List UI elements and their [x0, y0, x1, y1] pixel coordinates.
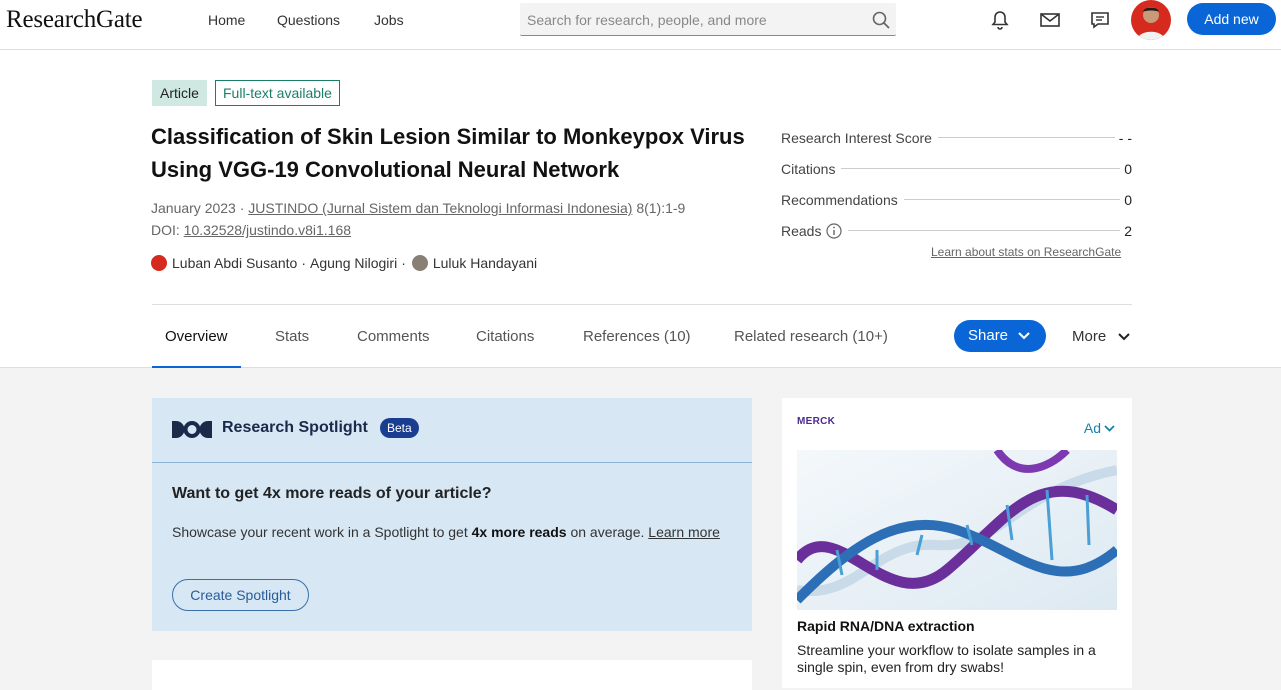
stat-value: 0	[1124, 191, 1132, 208]
stat-value: - -	[1118, 129, 1132, 146]
next-card	[152, 660, 752, 690]
nav-home-link[interactable]: Home	[208, 12, 245, 28]
article-title: Classification of Skin Lesion Similar to…	[151, 124, 745, 182]
spotlight-logo-icon	[172, 421, 212, 443]
tab-related-research[interactable]: Related research (10+)	[734, 305, 888, 368]
stat-value: 0	[1124, 160, 1132, 177]
stat-row-citations: Citations 0	[781, 153, 1132, 184]
description-text: Showcase your recent work in a Spotlight…	[172, 524, 472, 540]
author-link[interactable]: Luluk Handayani	[433, 255, 537, 271]
journal-link[interactable]: JUSTINDO (Jurnal Sistem dan Teknologi In…	[248, 200, 632, 216]
more-menu-button[interactable]: More	[1072, 305, 1131, 368]
stat-label-wrap: Reads	[781, 222, 849, 239]
beta-badge: Beta	[380, 418, 419, 438]
description-emphasis: 4x more reads	[471, 524, 567, 540]
ad-brand-logo: MERCK	[797, 416, 836, 427]
fulltext-badge: Full-text available	[215, 80, 340, 106]
nav-questions-link[interactable]: Questions	[277, 12, 340, 28]
bell-icon[interactable]	[989, 9, 1011, 31]
chat-icon[interactable]	[1089, 9, 1111, 31]
tab-stats[interactable]: Stats	[275, 305, 309, 368]
learn-about-stats-link[interactable]: Learn about stats on ResearchGate	[931, 245, 1121, 259]
stat-value: 2	[1124, 222, 1132, 239]
spotlight-description: Showcase your recent work in a Spotlight…	[172, 522, 732, 543]
volume-pages: 8(1):1-9	[636, 200, 686, 216]
search-input[interactable]	[520, 3, 850, 36]
dna-helix-image	[797, 450, 1117, 610]
stat-label: Research Interest Score	[781, 129, 938, 146]
author-avatar	[411, 255, 428, 271]
author-link[interactable]: Agung Nilogiri	[310, 255, 397, 271]
stat-divider	[937, 137, 1115, 138]
ad-label-text: Ad	[1083, 420, 1101, 436]
stat-row-reads: Reads 2	[781, 215, 1132, 246]
article-type-badge: Article	[152, 80, 207, 106]
share-button[interactable]: Share	[954, 320, 1046, 352]
doi-label: DOI:	[151, 222, 180, 238]
user-avatar[interactable]	[1131, 0, 1171, 40]
stat-row-research-interest: Research Interest Score - -	[781, 122, 1132, 153]
spotlight-title: Research Spotlight	[222, 419, 368, 436]
advertisement-card[interactable]: MERCK Ad Rapid RNA/DNA extraction Stream…	[782, 398, 1132, 688]
top-navigation: ResearchGate Home Questions Jobs Add new	[0, 0, 1281, 50]
research-spotlight-card: Research Spotlight Beta Want to get 4x m…	[152, 398, 752, 631]
article-header: Article Full-text available Classificati…	[0, 50, 1281, 368]
nav-jobs-link[interactable]: Jobs	[374, 12, 404, 28]
stat-divider	[903, 199, 1121, 200]
author-avatar	[151, 255, 167, 271]
chevron-down-icon	[1104, 424, 1115, 432]
stat-label: Recommendations	[781, 191, 904, 208]
mail-icon[interactable]	[1039, 9, 1061, 31]
publication-date: January 2023	[151, 200, 236, 216]
tab-citations[interactable]: Citations	[476, 305, 534, 368]
learn-more-link[interactable]: Learn more	[648, 524, 720, 540]
ad-headline: Rapid RNA/DNA extraction	[797, 618, 975, 634]
chevron-down-icon	[1018, 332, 1030, 340]
tab-comments[interactable]: Comments	[357, 305, 430, 368]
stats-panel: Research Interest Score - - Citations 0 …	[781, 122, 1132, 246]
ad-body: Streamline your workflow to isolate samp…	[797, 642, 1096, 675]
researchgate-logo[interactable]: ResearchGate	[6, 6, 143, 34]
more-label: More	[1072, 328, 1107, 345]
article-meta: January 2023 · JUSTINDO (Jurnal Sistem d…	[151, 200, 686, 238]
stat-divider	[841, 168, 1121, 169]
author-link[interactable]: Luban Abdi Susanto	[172, 255, 297, 271]
author-separator: ·	[301, 255, 307, 271]
create-spotlight-button[interactable]: Create Spotlight	[172, 579, 309, 611]
author-separator: ·	[401, 255, 406, 271]
tab-overview[interactable]: Overview	[152, 305, 241, 368]
stat-divider	[848, 230, 1121, 231]
info-icon[interactable]	[826, 222, 843, 239]
tab-references[interactable]: References (10)	[583, 305, 691, 368]
search-bar	[520, 3, 896, 36]
search-icon[interactable]	[872, 11, 890, 34]
doi-link[interactable]: 10.32528/justindo.v8i1.168	[184, 222, 351, 238]
add-new-button[interactable]: Add new	[1187, 3, 1276, 35]
stat-row-recommendations: Recommendations 0	[781, 184, 1132, 215]
ad-label[interactable]: Ad	[1084, 420, 1115, 436]
share-label: Share	[968, 327, 1009, 344]
description-text: on average.	[566, 524, 649, 540]
stat-label: Reads	[781, 222, 822, 239]
chevron-down-icon	[1118, 333, 1131, 341]
spotlight-question: Want to get 4x more reads of your articl…	[172, 485, 492, 502]
stat-label: Citations	[781, 160, 842, 177]
author-list: Luban Abdi Susanto · Agung Nilogiri · Lu…	[151, 255, 537, 271]
article-tabs: Overview Stats Comments Citations Refere…	[152, 304, 1132, 368]
spotlight-header: Research Spotlight Beta	[152, 398, 752, 463]
